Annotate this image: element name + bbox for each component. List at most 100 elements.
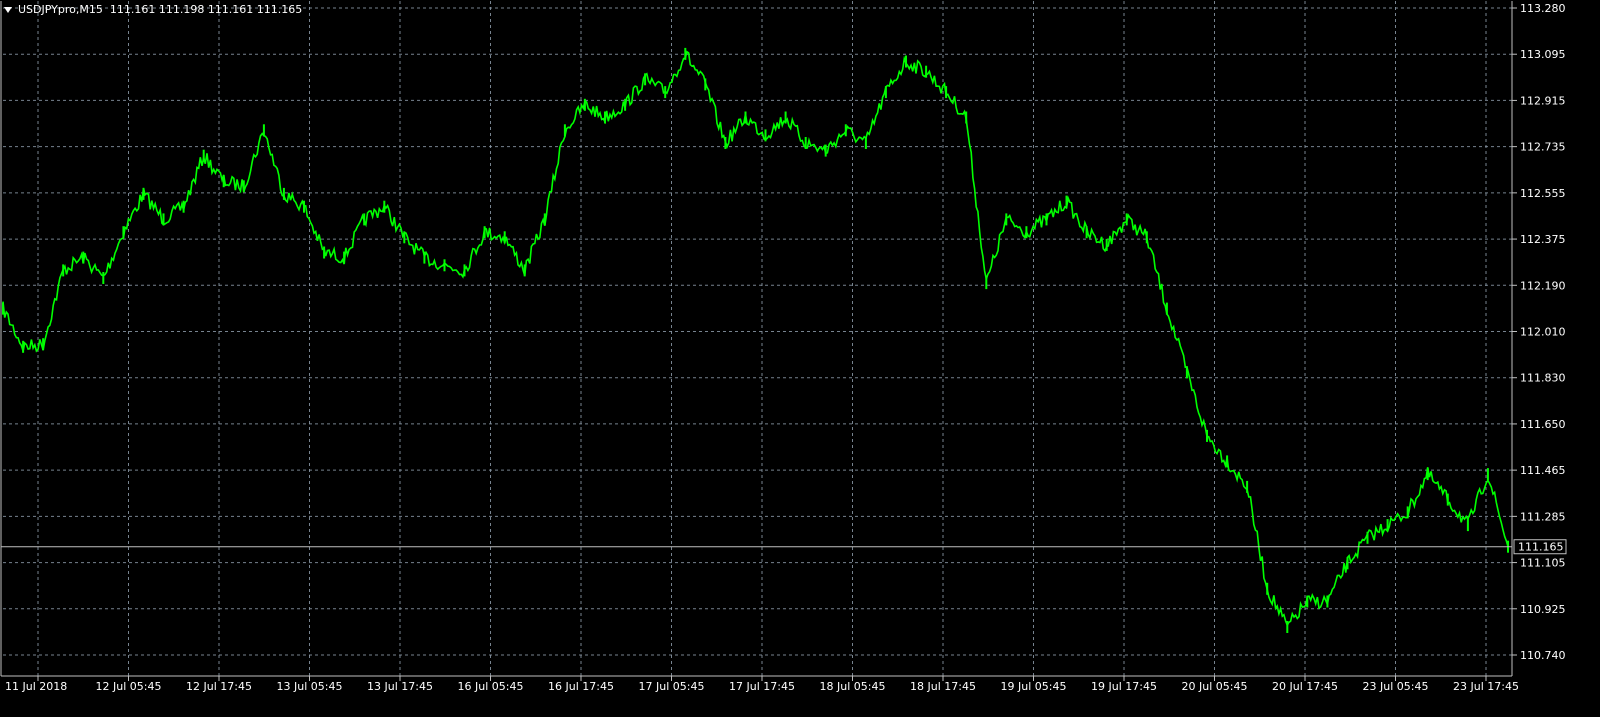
- price-bar: [604, 111, 606, 124]
- price-bar: [744, 111, 747, 124]
- price-bar: [985, 277, 988, 290]
- chart-header: USDJPYpro,M15 111.161 111.198 111.161 11…: [18, 3, 302, 16]
- price-bar: [62, 264, 65, 277]
- price-bar: [583, 98, 586, 111]
- price-bar: [363, 213, 366, 226]
- price-bar: [242, 180, 245, 193]
- price-bar: [905, 55, 907, 68]
- x-tick-label: 18 Jul 17:45: [910, 680, 976, 693]
- price-bar: [764, 129, 767, 142]
- price-bar: [343, 251, 346, 264]
- price-bar: [122, 226, 125, 239]
- price-bar: [1466, 519, 1469, 532]
- x-tick-label: 17 Jul 17:45: [729, 680, 795, 693]
- price-bar: [644, 73, 647, 86]
- x-tick-label: 20 Jul 17:45: [1272, 680, 1338, 693]
- y-tick-label: 112.190: [1520, 279, 1566, 292]
- y-tick-label: 112.915: [1520, 94, 1566, 107]
- price-bar: [102, 272, 105, 284]
- price-bar: [1486, 468, 1489, 481]
- price-bar: [884, 86, 887, 99]
- x-tick-label: 13 Jul 17:45: [367, 680, 433, 693]
- price-bar: [22, 340, 25, 353]
- price-bar: [1125, 213, 1128, 226]
- x-tick-label: 11 Jul 2018: [5, 680, 67, 693]
- x-tick-label: 17 Jul 05:45: [639, 680, 705, 693]
- price-bar: [503, 231, 506, 244]
- price-bar: [1366, 531, 1369, 544]
- price-bar: [1346, 557, 1349, 570]
- price-bar: [1386, 519, 1389, 532]
- price-bar: [523, 264, 526, 277]
- price-bar: [1266, 582, 1269, 595]
- price-bar: [724, 137, 727, 149]
- price-bar: [202, 149, 205, 162]
- x-tick-label: 18 Jul 05:45: [820, 680, 886, 693]
- y-tick-label: 111.830: [1520, 372, 1566, 385]
- y-tick-label: 111.650: [1520, 418, 1566, 431]
- price-bar: [1286, 621, 1289, 633]
- price-bar: [383, 200, 386, 213]
- price-bar: [804, 137, 807, 149]
- symbol-label: USDJPYpro,M15: [18, 3, 103, 16]
- price-bar: [1145, 231, 1148, 244]
- price-bar: [543, 213, 546, 226]
- chart-window[interactable]: 111.165 113.280 113.095 112.915 112.735 112.…: [0, 0, 1568, 712]
- price-bar: [1085, 226, 1088, 239]
- y-tick-label: 111.465: [1520, 464, 1566, 477]
- current-price-label: 111.165: [1518, 541, 1564, 554]
- price-bar: [1025, 226, 1028, 239]
- price-bar: [684, 47, 687, 60]
- price-bar: [182, 200, 185, 213]
- price-bar: [563, 124, 566, 137]
- price-bar: [222, 175, 225, 188]
- x-tick-label: 19 Jul 05:45: [1001, 680, 1067, 693]
- chart-background: [0, 0, 1568, 712]
- y-tick-label: 113.280: [1520, 2, 1566, 15]
- y-tick-label: 113.095: [1520, 48, 1566, 61]
- y-tick-label: 112.735: [1520, 141, 1566, 154]
- price-bar: [1446, 493, 1449, 506]
- price-axis: 113.280 113.095 112.915 112.735 112.555 112.3…: [1512, 2, 1566, 662]
- x-tick-label: 20 Jul 05:45: [1182, 680, 1248, 693]
- y-tick-label: 111.285: [1520, 510, 1566, 523]
- y-tick-label: 112.010: [1520, 326, 1566, 339]
- price-bar: [262, 124, 265, 137]
- price-bar: [443, 259, 446, 272]
- price-bar: [664, 86, 667, 99]
- price-bar: [1326, 595, 1329, 608]
- price-bar: [483, 226, 486, 239]
- price-bar: [925, 65, 928, 78]
- y-tick-label: 110.740: [1520, 649, 1566, 662]
- price-bar: [423, 251, 426, 264]
- price-bar: [1005, 213, 1008, 226]
- x-tick-label: 12 Jul 05:45: [96, 680, 162, 693]
- price-bar: [2, 302, 4, 315]
- price-bar: [1045, 213, 1048, 226]
- price-bar: [1306, 595, 1309, 608]
- price-bar: [303, 200, 305, 213]
- price-bar: [282, 187, 285, 200]
- price-chart[interactable]: 111.165 113.280 113.095 112.915 112.735 112.…: [0, 0, 1568, 712]
- y-tick-label: 110.925: [1520, 603, 1566, 616]
- x-tick-label: 16 Jul 17:45: [548, 680, 614, 693]
- x-tick-label: 19 Jul 17:45: [1091, 680, 1157, 693]
- price-bar: [1426, 468, 1429, 481]
- x-tick-label: 12 Jul 17:45: [186, 680, 252, 693]
- x-tick-label: 16 Jul 05:45: [458, 680, 524, 693]
- price-bar: [162, 213, 165, 226]
- price-bar: [42, 338, 45, 351]
- price-bar: [784, 111, 787, 124]
- price-bar: [463, 264, 466, 277]
- price-bar: [1165, 302, 1168, 315]
- price-bar: [1246, 480, 1249, 493]
- price-bar: [1065, 195, 1068, 208]
- y-tick-label: 112.555: [1520, 187, 1566, 200]
- price-bar: [1406, 506, 1409, 519]
- y-tick-label: 111.105: [1520, 557, 1566, 570]
- price-bar: [1206, 429, 1208, 442]
- price-bar: [965, 111, 968, 124]
- x-tick-label: 23 Jul 05:45: [1363, 680, 1429, 693]
- chart-menu-arrow-icon[interactable]: [4, 7, 12, 13]
- price-bar: [945, 86, 948, 99]
